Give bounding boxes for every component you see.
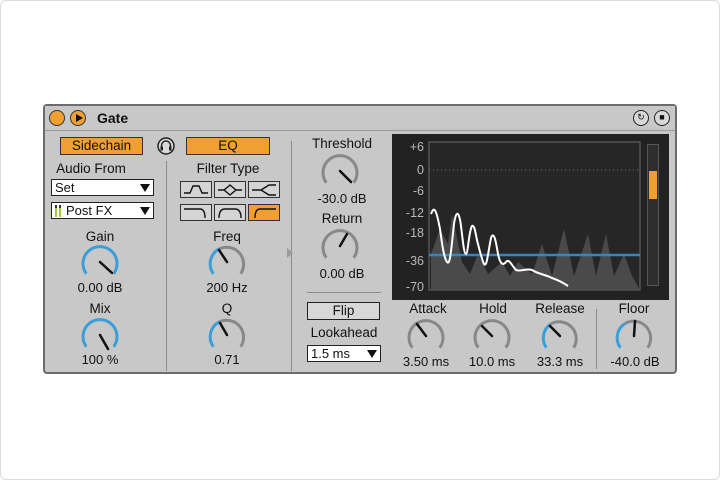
floor-knob[interactable]: [613, 317, 655, 357]
db-label: -6: [412, 184, 424, 198]
floor-value: -40.0 dB: [610, 354, 660, 369]
lookahead-value: 1.5 ms: [311, 346, 351, 361]
level-meter-fill: [649, 171, 657, 199]
audio-from-dropdown[interactable]: Set: [51, 179, 154, 196]
gain-value: 0.00 dB: [77, 280, 123, 295]
chevron-down-icon: [140, 184, 150, 192]
release-value: 33.3 ms: [536, 354, 584, 369]
freq-label: Freq: [213, 229, 241, 244]
lowpass-filter-icon: [184, 208, 206, 219]
threshold-value: -30.0 dB: [317, 191, 367, 206]
level-bar-icon: [55, 205, 61, 217]
bell-filter-icon: [218, 208, 242, 219]
attack-knob[interactable]: [405, 317, 447, 357]
freq-value: 200 Hz: [206, 280, 248, 295]
db-label: -18: [405, 226, 424, 240]
gain-label: Gain: [85, 229, 115, 244]
notch-filter-icon: [252, 184, 276, 196]
section-divider: [307, 292, 381, 293]
waveform-display: [428, 141, 641, 291]
release-label: Release: [535, 301, 585, 316]
save-icon[interactable]: ■: [654, 110, 670, 126]
q-label: Q: [221, 301, 233, 316]
q-value: 0.71: [214, 352, 240, 367]
release-knob[interactable]: [539, 317, 581, 357]
freq-knob[interactable]: [206, 243, 248, 283]
audio-from-value: Set: [55, 180, 75, 195]
hold-label: Hold: [479, 301, 507, 316]
q-knob[interactable]: [206, 316, 248, 356]
level-meter: [647, 144, 659, 286]
filter-highpass-button[interactable]: [248, 204, 280, 221]
floor-label: Floor: [618, 301, 650, 316]
gate-device: Gate ↻ ■ Sidechain Audio From Set Post F…: [43, 104, 677, 374]
hold-value: 10.0 ms: [468, 354, 516, 369]
db-label: -70: [405, 280, 424, 294]
hold-knob[interactable]: [471, 317, 513, 357]
section-divider: [166, 161, 167, 371]
db-label: 0: [417, 163, 424, 177]
section-divider: [596, 309, 597, 369]
return-knob[interactable]: [319, 227, 361, 267]
bandpass-filter-icon: [184, 185, 208, 194]
lookahead-label: Lookahead: [310, 325, 378, 340]
mix-knob[interactable]: [79, 316, 121, 356]
filter-bandpass-button[interactable]: [180, 181, 212, 198]
filter-type-label: Filter Type: [196, 161, 260, 176]
eq-button[interactable]: EQ: [186, 137, 270, 155]
chevron-down-icon: [367, 350, 377, 358]
sidechain-button[interactable]: Sidechain: [60, 137, 143, 155]
audio-from-label: Audio From: [56, 161, 126, 176]
device-title-bar: Gate ↻ ■: [45, 106, 675, 131]
reset-icon[interactable]: ↻: [633, 110, 649, 126]
chevron-down-icon: [140, 207, 150, 215]
position-dropdown[interactable]: Post FX: [51, 202, 154, 219]
attack-value: 3.50 ms: [402, 354, 450, 369]
return-value: 0.00 dB: [319, 266, 365, 281]
filter-notch-button[interactable]: [248, 181, 280, 198]
attack-label: Attack: [409, 301, 447, 316]
peak-filter-icon: [218, 184, 242, 196]
filter-bell-button[interactable]: [214, 204, 246, 221]
lookahead-dropdown[interactable]: 1.5 ms: [307, 345, 381, 362]
headphones-icon[interactable]: [157, 137, 175, 155]
mix-label: Mix: [89, 301, 111, 316]
db-label: -36: [405, 254, 424, 268]
return-label: Return: [321, 211, 363, 226]
power-icon[interactable]: [49, 110, 65, 126]
threshold-knob[interactable]: [319, 152, 361, 192]
mix-value: 100 %: [81, 352, 119, 367]
filter-lowpass-button[interactable]: [180, 204, 212, 221]
filter-peak-button[interactable]: [214, 181, 246, 198]
device-title: Gate: [97, 110, 129, 126]
gain-knob[interactable]: [79, 243, 121, 283]
position-value: Post FX: [66, 203, 113, 218]
threshold-label: Threshold: [311, 136, 373, 151]
gate-display: +6 0 -6 -12 -18 -36 -70: [392, 134, 669, 300]
highpass-filter-icon: [254, 208, 276, 219]
play-icon[interactable]: [70, 110, 86, 126]
db-label: +6: [409, 140, 424, 154]
chevron-right-icon: [287, 248, 293, 258]
db-label: -12: [405, 206, 424, 220]
flip-button[interactable]: Flip: [307, 302, 380, 320]
